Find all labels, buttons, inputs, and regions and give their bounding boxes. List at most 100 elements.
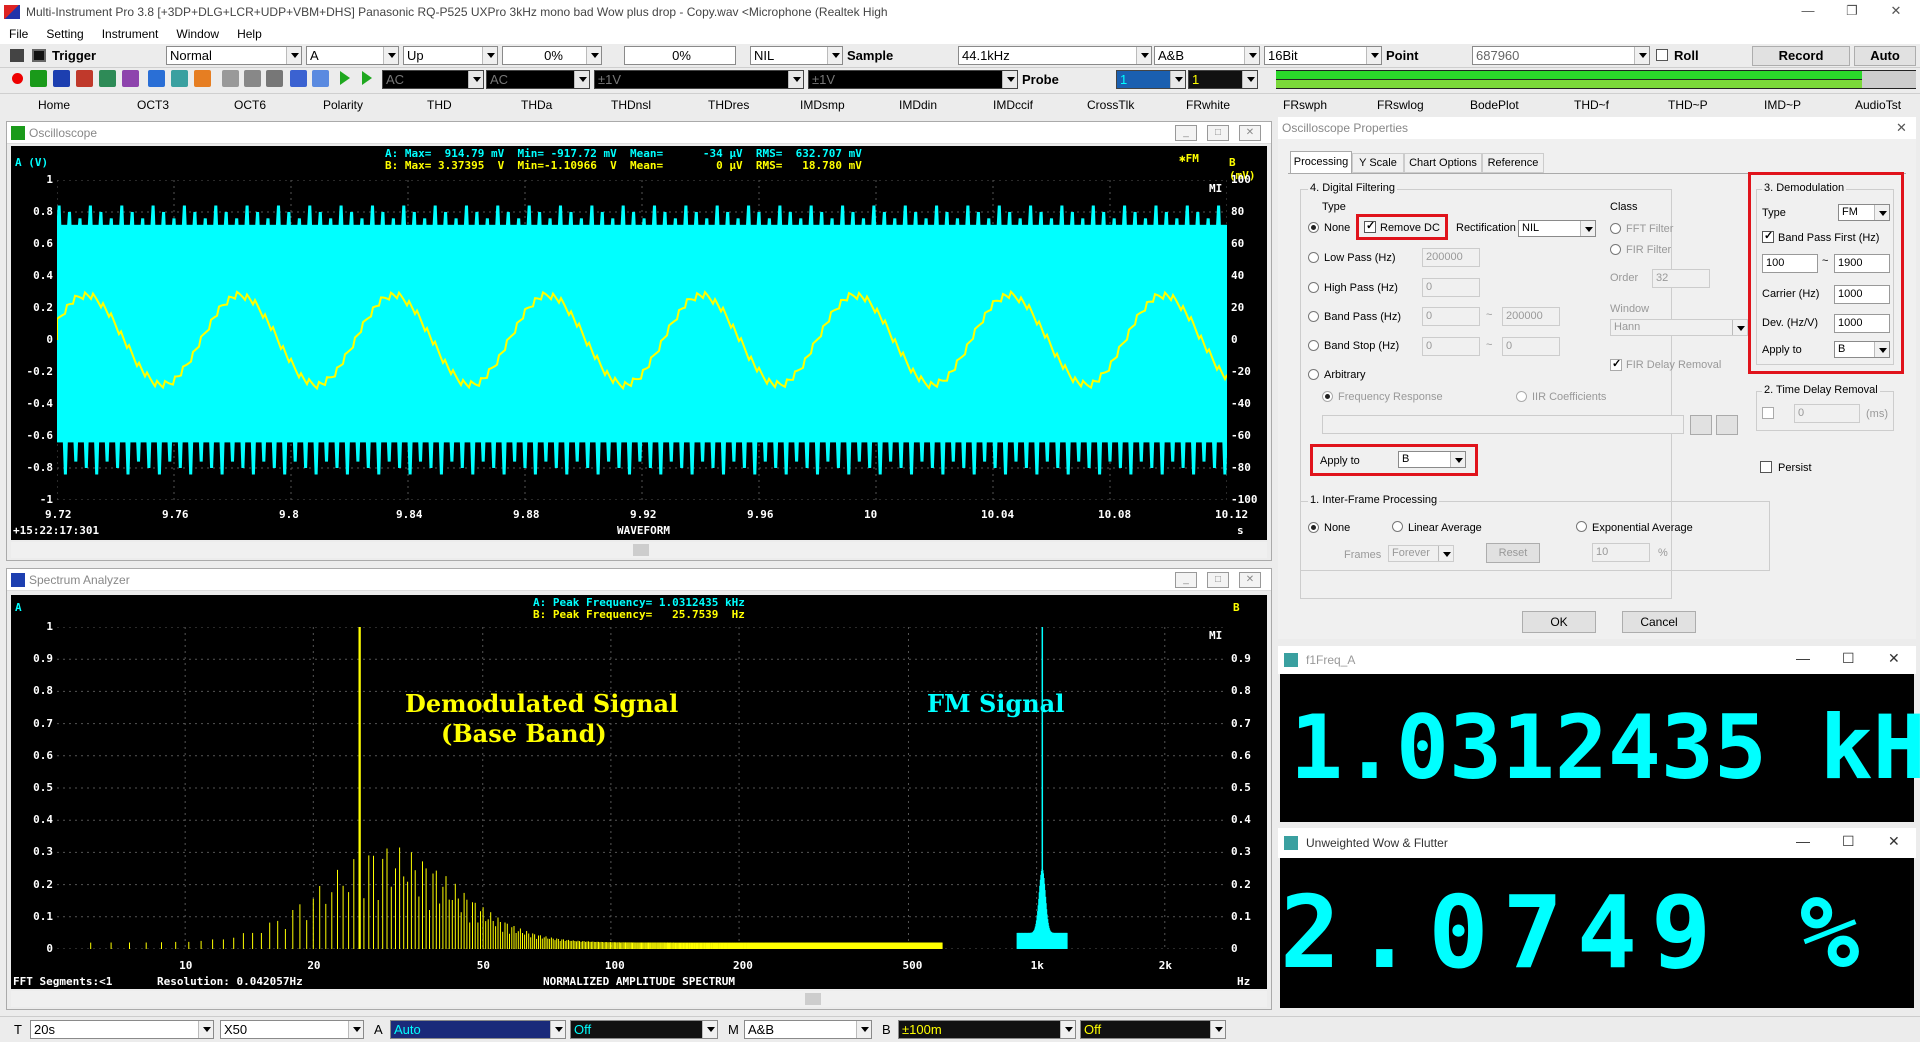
- interframe-none-radio[interactable]: [1308, 522, 1319, 533]
- save-icon[interactable]: [32, 49, 46, 62]
- tab-thdres[interactable]: THDres: [708, 98, 749, 112]
- spec-scrollbar[interactable]: [11, 991, 1267, 1007]
- tab-polarity[interactable]: Polarity: [323, 98, 363, 112]
- spectrum-icon[interactable]: [53, 70, 70, 87]
- time-delay-input[interactable]: 0: [1794, 404, 1860, 423]
- record-dot-icon[interactable]: [12, 73, 23, 84]
- record-button[interactable]: Record: [1752, 46, 1850, 66]
- wrench-icon[interactable]: [10, 49, 24, 62]
- close-icon[interactable]: ✕: [1888, 650, 1900, 667]
- trigger-edge-select[interactable]: Up: [403, 46, 498, 65]
- trigger-mode-select[interactable]: Normal: [166, 46, 302, 65]
- minimize-icon[interactable]: _: [1175, 125, 1197, 141]
- tab-home[interactable]: Home: [38, 98, 70, 112]
- exp-average-radio[interactable]: [1576, 521, 1587, 532]
- menu-setting[interactable]: Setting: [37, 27, 92, 41]
- spectrum-plot[interactable]: [57, 627, 1227, 949]
- fft-points-select[interactable]: 687960: [1472, 46, 1650, 65]
- tab-thd[interactable]: THD: [427, 98, 452, 112]
- maximize-icon[interactable]: ☐: [1842, 650, 1855, 667]
- band-pass-radio[interactable]: [1308, 311, 1319, 322]
- high-pass-input[interactable]: 0: [1422, 278, 1480, 297]
- play-icon[interactable]: [340, 71, 357, 85]
- b-offset-select[interactable]: Off: [1080, 1020, 1226, 1039]
- a-offset-select[interactable]: Off: [570, 1020, 718, 1039]
- reset-button[interactable]: Reset: [1486, 543, 1540, 563]
- tab-oct3[interactable]: OCT3: [137, 98, 169, 112]
- minimize-icon[interactable]: —: [1786, 0, 1830, 24]
- band-stop-radio[interactable]: [1308, 340, 1319, 351]
- generator-icon[interactable]: [122, 70, 139, 87]
- coupling-b-select[interactable]: AC: [486, 70, 590, 89]
- fft-filter-radio[interactable]: [1610, 223, 1621, 234]
- folder-icon[interactable]: [1690, 415, 1712, 435]
- probe-b-select[interactable]: 1: [1188, 70, 1258, 89]
- calibrate-icon[interactable]: [222, 70, 239, 87]
- data-logger-icon[interactable]: [171, 70, 188, 87]
- zoom-select[interactable]: X50: [220, 1020, 364, 1039]
- band-stop-high-input[interactable]: 0: [1502, 337, 1560, 356]
- tab-frswph[interactable]: FRswph: [1283, 98, 1327, 112]
- trigger-channel-select[interactable]: A: [306, 46, 399, 65]
- tab-processing[interactable]: Processing: [1290, 151, 1352, 173]
- frames-select[interactable]: Forever: [1388, 545, 1454, 562]
- tab-reference[interactable]: Reference: [1482, 153, 1544, 173]
- channel-select[interactable]: A&B: [1154, 46, 1260, 65]
- fir-filter-radio[interactable]: [1610, 244, 1621, 255]
- b-scale-select[interactable]: ±100m: [898, 1020, 1076, 1039]
- menu-window[interactable]: Window: [167, 27, 228, 41]
- close-icon[interactable]: ✕: [1239, 125, 1261, 141]
- osc-scroll-thumb[interactable]: [633, 544, 649, 556]
- exp-average-input[interactable]: 10: [1592, 543, 1650, 562]
- cancel-button[interactable]: Cancel: [1622, 611, 1696, 633]
- tab-y-scale[interactable]: Y Scale: [1352, 153, 1404, 173]
- tab-thdnsl[interactable]: THDnsl: [611, 98, 651, 112]
- order-input[interactable]: 32: [1652, 269, 1710, 288]
- range-a-select[interactable]: ±1V: [594, 70, 804, 89]
- a-scale-select[interactable]: Auto: [390, 1020, 566, 1039]
- math-select[interactable]: A&B: [744, 1020, 872, 1039]
- arbitrary-path-input[interactable]: [1322, 415, 1684, 434]
- cursor-icon[interactable]: [266, 70, 283, 87]
- tab-imdccif[interactable]: IMDccif: [993, 98, 1033, 112]
- maximize-icon[interactable]: □: [1207, 125, 1229, 141]
- freq-response-radio[interactable]: [1322, 391, 1333, 402]
- rectification-select[interactable]: NIL: [1518, 220, 1596, 237]
- tab-frwhite[interactable]: FRwhite: [1186, 98, 1230, 112]
- auto-button[interactable]: Auto: [1854, 46, 1916, 66]
- tab-chart-options[interactable]: Chart Options: [1404, 153, 1482, 173]
- range-b-select[interactable]: ±1V: [808, 70, 1018, 89]
- close-icon[interactable]: ✕: [1896, 120, 1907, 136]
- tab-crosstlk[interactable]: CrossTlk: [1087, 98, 1134, 112]
- band-pass-high-input[interactable]: 200000: [1502, 307, 1560, 326]
- tab-thd-f[interactable]: THD~f: [1574, 98, 1609, 112]
- osc-scrollbar[interactable]: [11, 542, 1267, 558]
- ok-button[interactable]: OK: [1522, 611, 1596, 633]
- linear-average-radio[interactable]: [1392, 521, 1403, 532]
- spec-scroll-thumb[interactable]: [805, 993, 821, 1005]
- band-stop-low-input[interactable]: 0: [1422, 337, 1480, 356]
- minimize-icon[interactable]: —: [1796, 833, 1810, 849]
- tab-thda[interactable]: THDa: [521, 98, 552, 112]
- speaker-icon[interactable]: [312, 70, 329, 87]
- restore-icon[interactable]: ❐: [1830, 0, 1874, 24]
- bit-depth-select[interactable]: 16Bit: [1264, 46, 1382, 65]
- close-icon[interactable]: ✕: [1888, 833, 1900, 850]
- low-pass-radio[interactable]: [1308, 252, 1319, 263]
- tab-frswlog[interactable]: FRswlog: [1377, 98, 1424, 112]
- minimize-icon[interactable]: _: [1175, 572, 1197, 588]
- roll-checkbox[interactable]: [1656, 49, 1668, 61]
- pre-trigger-input[interactable]: 0%: [624, 46, 736, 65]
- low-pass-input[interactable]: 200000: [1422, 248, 1480, 267]
- tab-imddin[interactable]: IMDdin: [899, 98, 937, 112]
- menu-instrument[interactable]: Instrument: [93, 27, 168, 41]
- time-delay-checkbox[interactable]: [1762, 407, 1774, 419]
- tab-thd-p[interactable]: THD~P: [1668, 98, 1708, 112]
- tab-imdsmp[interactable]: IMDsmp: [800, 98, 845, 112]
- meter-icon[interactable]: [99, 70, 116, 87]
- ab-icon[interactable]: [244, 70, 261, 87]
- oscilloscope-display[interactable]: A: Max= 914.79 mV Min= -917.72 mV Mean= …: [11, 146, 1267, 540]
- minimize-icon[interactable]: —: [1796, 650, 1810, 666]
- tab-oct6[interactable]: OCT6: [234, 98, 266, 112]
- trigger-level-input[interactable]: 0%: [502, 46, 602, 65]
